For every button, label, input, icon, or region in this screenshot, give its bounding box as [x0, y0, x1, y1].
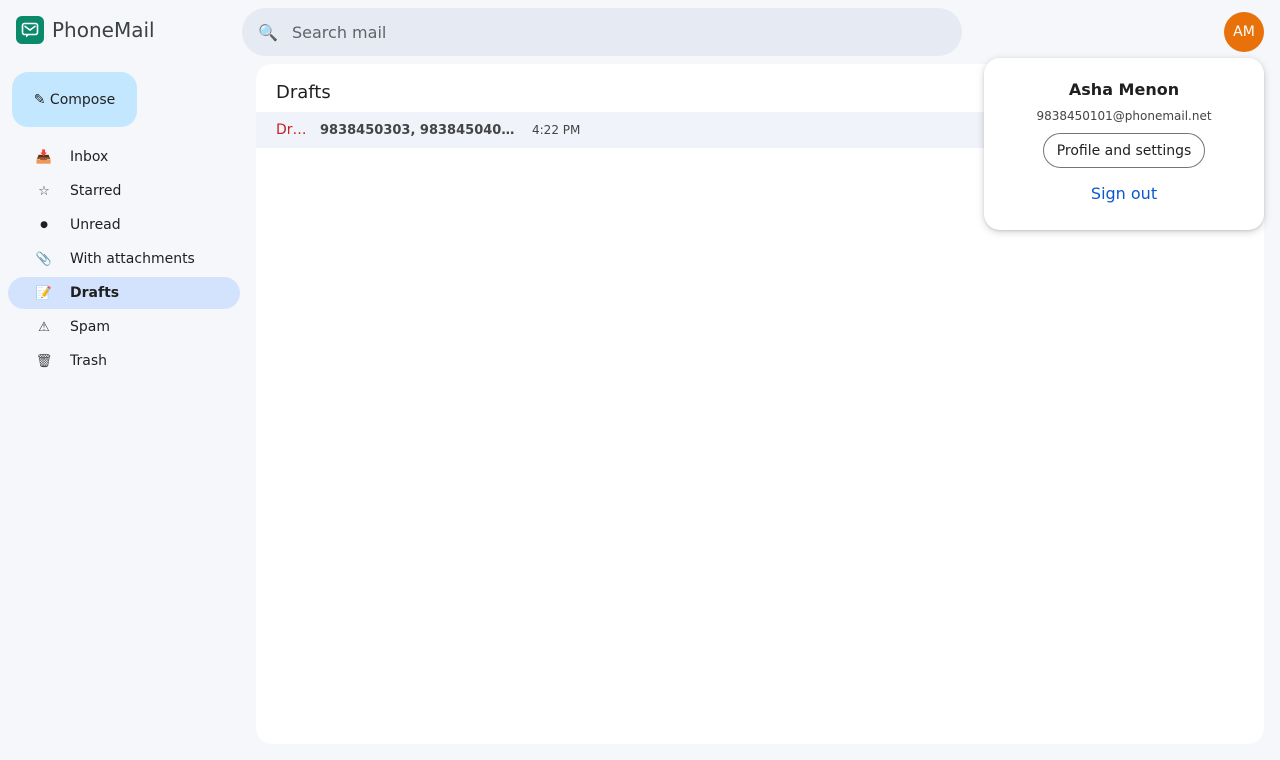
sidebar-item-label: Inbox [70, 149, 109, 165]
profile-settings-button[interactable]: Profile and settings [1043, 133, 1205, 168]
sidebar-item-unread[interactable]: ● Unread [8, 209, 240, 241]
warning-icon: ⚠ [38, 319, 50, 335]
sidebar-item-spam[interactable]: ⚠ Spam [8, 311, 240, 343]
row-recipients: 9838450303, 9838450404 — [320, 123, 518, 138]
app-window: PhoneMail 🔍 AM ✎ Compose 📥 Inbox ☆ Starr… [0, 0, 1280, 760]
dot-icon: ● [40, 220, 48, 230]
sidebar-item-drafts[interactable]: 📝 Drafts [8, 277, 240, 309]
account-popover: Asha Menon 9838450101@phonemail.net Prof… [984, 58, 1264, 230]
sign-out-link[interactable]: Sign out [984, 184, 1264, 203]
sidebar-item-attachments[interactable]: 📎 With attachments [8, 243, 240, 275]
sidebar-nav: 📥 Inbox ☆ Starred ● Unread 📎 With attach… [8, 141, 240, 379]
app-name: PhoneMail [52, 18, 155, 42]
inbox-icon: 📥 [35, 149, 53, 165]
account-email: 9838450101@phonemail.net [1036, 109, 1212, 123]
app-logo[interactable]: PhoneMail [16, 16, 155, 44]
account-name: Asha Menon [1068, 80, 1180, 99]
paperclip-icon: 📎 [35, 251, 53, 267]
star-icon: ☆ [38, 183, 50, 199]
sidebar-item-label: With attachments [70, 251, 195, 267]
row-timestamp: 4:22 PM [532, 123, 581, 137]
memo-icon: 📝 [35, 285, 53, 301]
sidebar-item-label: Unread [70, 217, 121, 233]
search-input[interactable] [292, 22, 892, 42]
sidebar-item-label: Starred [70, 183, 122, 199]
recipients-text: 9838450303, 9838450404 [320, 122, 511, 138]
account-avatar[interactable]: AM [1224, 12, 1264, 52]
sidebar-item-label: Drafts [70, 285, 120, 301]
page-title: Drafts [276, 82, 331, 103]
search-icon: 🔍 [258, 22, 278, 42]
sidebar-item-starred[interactable]: ☆ Starred [8, 175, 240, 207]
compose-button[interactable]: ✎ Compose [12, 72, 137, 127]
draft-label: Draft [276, 122, 308, 138]
trash-icon: 🗑 [35, 353, 53, 369]
sidebar-item-trash[interactable]: 🗑 Trash [8, 345, 240, 377]
sidebar-item-label: Spam [70, 319, 110, 335]
mail-chat-icon [16, 16, 44, 44]
sidebar-item-label: Trash [70, 353, 107, 369]
search-bar[interactable]: 🔍 [242, 8, 962, 56]
sidebar-item-inbox[interactable]: 📥 Inbox [8, 141, 240, 173]
